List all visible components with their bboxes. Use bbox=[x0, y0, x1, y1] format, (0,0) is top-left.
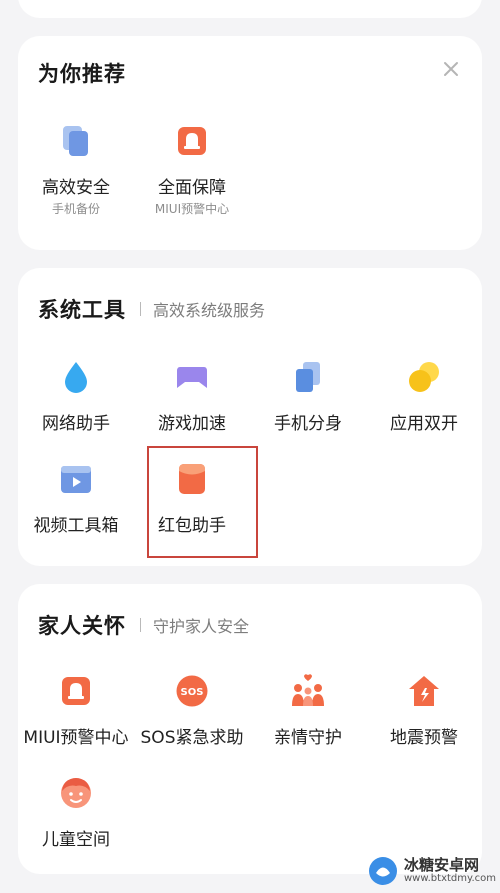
child-face-icon bbox=[61, 778, 91, 808]
recommend-card: 为你推荐 高效安全 手机备份 全面保障 MIUI预警中心 bbox=[18, 36, 482, 250]
gamepad-icon bbox=[177, 367, 207, 388]
tile-label: SOS紧急求助 bbox=[140, 728, 244, 748]
tile-label: MIUI预警中心 bbox=[23, 728, 129, 748]
header-divider bbox=[140, 302, 141, 316]
system-tools-title: 系统工具 bbox=[38, 298, 126, 322]
alert-bag-icon bbox=[178, 127, 206, 155]
tile-label: 网络助手 bbox=[42, 414, 110, 434]
sos-icon-text: SOS bbox=[181, 687, 204, 698]
tile-label: 视频工具箱 bbox=[33, 516, 119, 536]
recommend-header: 为你推荐 bbox=[38, 58, 126, 88]
tile-label: 高效安全 bbox=[42, 178, 110, 198]
system-tools-subtitle: 高效系统级服务 bbox=[153, 301, 266, 320]
family-care-subtitle: 守护家人安全 bbox=[153, 617, 250, 636]
tile-sublabel: MIUI预警中心 bbox=[154, 202, 230, 216]
header-divider bbox=[140, 618, 141, 632]
system-tools-header: 系统工具 高效系统级服务 bbox=[38, 294, 265, 324]
highlight-box bbox=[147, 446, 258, 558]
earthquake-house-icon bbox=[409, 676, 439, 706]
watermark-logo-icon bbox=[369, 857, 397, 885]
tile-label: 应用双开 bbox=[390, 414, 458, 434]
previous-card-edge bbox=[18, 0, 482, 18]
watermark-url: www.btxtdmy.com bbox=[404, 873, 497, 884]
watermark-brand: 冰糖安卓网 bbox=[404, 856, 480, 874]
water-drop-icon bbox=[65, 362, 87, 393]
tile-label: 手机分身 bbox=[274, 414, 342, 434]
recommend-title: 为你推荐 bbox=[38, 62, 126, 86]
video-icon bbox=[61, 466, 91, 493]
tile-label: 游戏加速 bbox=[158, 414, 226, 434]
sos-icon: SOS bbox=[176, 675, 208, 707]
family-care-title: 家人关怀 bbox=[38, 614, 126, 638]
tile-label: 儿童空间 bbox=[42, 830, 110, 850]
tile-label: 全面保障 bbox=[158, 178, 226, 198]
watermark: 冰糖安卓网 www.btxtdmy.com bbox=[368, 856, 496, 886]
tile-label: 地震预警 bbox=[390, 728, 458, 748]
dual-circle-icon bbox=[409, 362, 439, 392]
copy-icon bbox=[63, 126, 88, 156]
alert-bag-icon bbox=[62, 677, 90, 705]
family-icon bbox=[292, 674, 324, 706]
tile-label: 亲情守护 bbox=[274, 728, 342, 748]
close-icon[interactable] bbox=[440, 58, 462, 80]
family-care-header: 家人关怀 守护家人安全 bbox=[38, 610, 249, 640]
family-care-card: 家人关怀 守护家人安全 MIUI预警中心 SOS SOS紧急求助 亲情守护 地震… bbox=[18, 584, 482, 874]
tile-sublabel: 手机备份 bbox=[51, 202, 100, 216]
clone-icon bbox=[296, 362, 320, 392]
